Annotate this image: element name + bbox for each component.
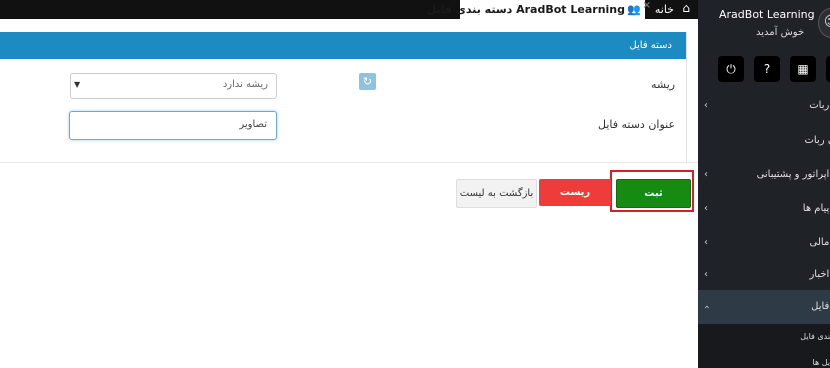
sidebar-item-label: عنوان ربات xyxy=(804,135,830,146)
mobile-icon[interactable]: ▦ xyxy=(790,56,816,82)
sidebar-item-label: مدیریت فایل xyxy=(811,301,830,312)
submit-button[interactable]: ثبت xyxy=(616,179,691,208)
tab-label: AradBot Learning دسته بندی فایل xyxy=(426,3,625,16)
chevron-icon: › xyxy=(704,269,708,280)
submenu-item-file-management[interactable]: مدیریت فایل ها xyxy=(813,358,830,367)
power-icon[interactable]: ⏻ xyxy=(718,56,744,82)
sidebar-item-operator-support[interactable]: › مدیریت اپراتور و پشتیبانی xyxy=(698,158,830,192)
tab-file-categories[interactable]: × 👥 AradBot Learning دسته بندی فایل xyxy=(427,0,651,19)
sidebar-item-label: مدیریت اخبار xyxy=(809,269,830,280)
refresh-icon[interactable]: ↻ xyxy=(359,73,376,90)
sidebar-item-label: مدیریت اپراتور و پشتیبانی xyxy=(756,169,830,180)
sidebar-item-news[interactable]: › مدیریت اخبار xyxy=(698,258,830,292)
chevron-icon: › xyxy=(704,100,708,111)
category-title-label: عنوان دسته فایل xyxy=(598,118,676,131)
root-select[interactable]: ریشه ندارد ▼ xyxy=(70,73,277,99)
welcome-text: خوش آمدید xyxy=(756,27,805,38)
root-label: ریشه xyxy=(651,78,676,91)
chevron-icon: › xyxy=(704,237,708,248)
chevron-down-icon: › xyxy=(701,305,712,309)
tab-home-label: خانه xyxy=(654,3,674,16)
caret-down-icon: ▼ xyxy=(74,80,81,89)
reset-button[interactable]: ریست xyxy=(539,179,611,206)
panel-header: دسته فایل xyxy=(0,32,686,59)
sidebar: AradBot Learning خوش آمدید ☺ ⏻ ? ▦ ⚙ › م… xyxy=(698,0,830,368)
app-title: AradBot Learning xyxy=(719,8,815,21)
tab-bar: × 👥 AradBot Learning دسته بندی فایل ⌂ خا… xyxy=(0,0,698,19)
home-icon: ⌂ xyxy=(682,1,690,15)
submenu-item-file-categories[interactable]: دسته بندی فایل xyxy=(800,332,830,341)
sidebar-item-messages[interactable]: › مدیریت پیام ها xyxy=(698,192,830,226)
chevron-icon: › xyxy=(704,169,708,180)
sidebar-item-label: مدیریت مالی xyxy=(809,237,830,248)
users-icon: 👥 xyxy=(627,3,641,16)
sidebar-item-finance[interactable]: › مدیریت مالی xyxy=(698,226,830,260)
root-select-value: ریشه ندارد xyxy=(222,79,268,90)
category-title-value: تصاویر xyxy=(239,119,267,130)
back-to-list-button[interactable]: بازگشت به لیست xyxy=(456,179,537,208)
divider xyxy=(0,162,698,163)
tab-home[interactable]: ⌂ خانه xyxy=(648,0,698,19)
avatar[interactable]: ☺ xyxy=(818,8,830,38)
main-content: × 👥 AradBot Learning دسته بندی فایل ⌂ خا… xyxy=(0,0,698,368)
file-submenu: دسته بندی فایل مدیریت فایل ها xyxy=(698,324,830,368)
sidebar-item-label: مدیریت پیام ها xyxy=(802,203,830,214)
sidebar-item-file-management[interactable]: › مدیریت فایل xyxy=(698,290,830,324)
settings-icon[interactable]: ⚙ xyxy=(826,56,830,82)
sidebar-item-label: مدیریت ربات xyxy=(809,100,830,111)
sidebar-item-bot-management[interactable]: › مدیریت ربات xyxy=(698,89,830,123)
sidebar-item-bot-title[interactable]: عنوان ربات xyxy=(698,124,830,158)
help-icon[interactable]: ? xyxy=(754,56,780,82)
panel-title: دسته فایل xyxy=(629,40,672,51)
chevron-icon: › xyxy=(704,203,708,214)
category-title-input[interactable]: تصاویر xyxy=(69,111,277,140)
